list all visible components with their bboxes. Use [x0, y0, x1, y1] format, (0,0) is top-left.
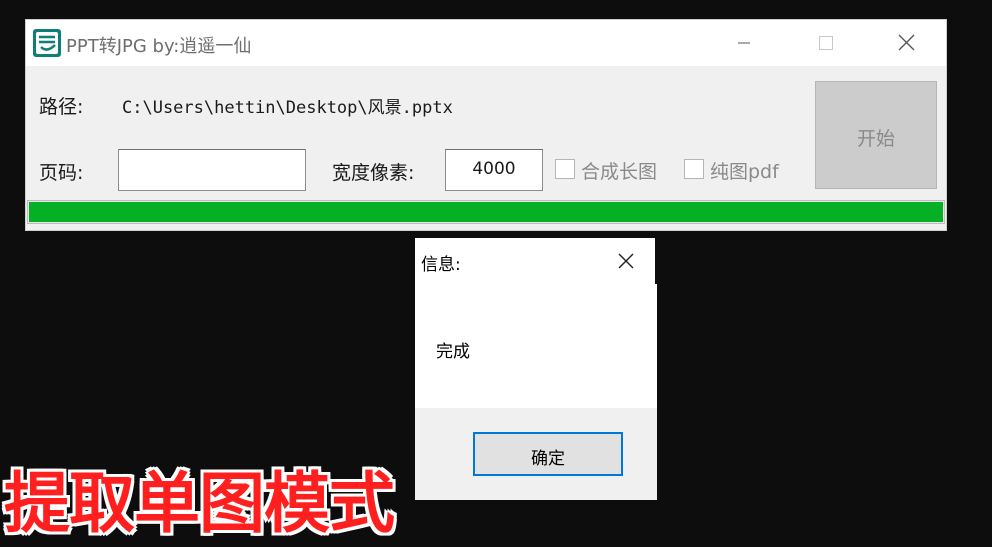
start-button-label: 开始: [856, 128, 895, 150]
ok-button[interactable]: 确定: [473, 432, 623, 476]
merge-long-checkbox[interactable]: [555, 159, 575, 179]
maximize-icon: [819, 36, 833, 50]
pure-pdf-checkbox[interactable]: [684, 159, 704, 179]
overlay-caption: 提取单图模式: [4, 465, 395, 542]
dialog-message: 完成: [436, 342, 470, 362]
close-icon: [898, 34, 915, 51]
dialog-close-button[interactable]: [611, 248, 641, 274]
app-icon: [33, 29, 61, 57]
pure-pdf-label[interactable]: 纯图pdf: [710, 157, 779, 184]
dialog-footer: 确定: [415, 408, 657, 500]
main-window: PPT转JPG by:逍遥一仙 路径: C:\Users\hettin\Desk…: [25, 19, 947, 231]
width-input[interactable]: 4000: [445, 149, 543, 191]
dialog-title: 信息:: [421, 255, 461, 275]
title-bar[interactable]: PPT转JPG by:逍遥一仙: [26, 20, 946, 66]
info-dialog: 信息: 完成 确定: [415, 238, 657, 500]
progress-fill: [29, 202, 943, 222]
dialog-close-icon: [618, 253, 634, 269]
maximize-button[interactable]: [803, 28, 849, 58]
page-label: 页码:: [39, 162, 84, 184]
dialog-edge: [655, 238, 657, 284]
path-label: 路径:: [39, 96, 84, 118]
width-label: 宽度像素:: [332, 162, 415, 184]
minimize-icon: [738, 42, 750, 44]
width-input-value: 4000: [472, 159, 516, 179]
merge-long-label[interactable]: 合成长图: [581, 157, 657, 184]
start-button[interactable]: 开始: [815, 81, 937, 189]
window-title: PPT转JPG by:逍遥一仙: [66, 36, 252, 57]
path-value: C:\Users\hettin\Desktop\风景.pptx: [122, 98, 453, 118]
minimize-button[interactable]: [722, 28, 768, 58]
ok-button-label: 确定: [531, 449, 565, 469]
page-input[interactable]: [118, 149, 306, 191]
progress-bar: [27, 200, 945, 224]
close-button[interactable]: [883, 28, 929, 58]
